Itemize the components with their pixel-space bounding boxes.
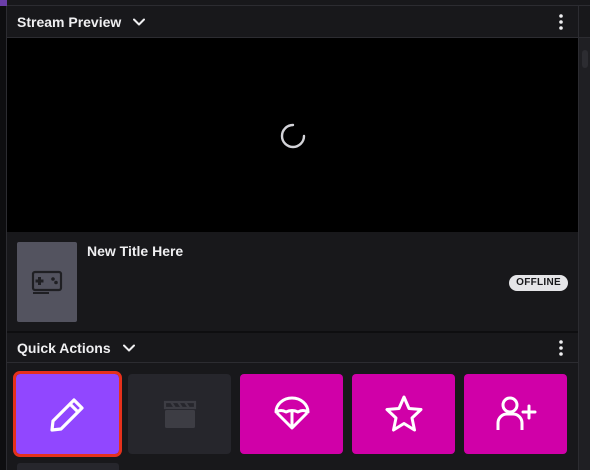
stream-preview-header: Stream Preview (7, 6, 578, 38)
stream-preview-title-toggle[interactable]: Stream Preview (17, 14, 147, 30)
status-badge: OFFLINE (509, 275, 568, 291)
loading-spinner-icon (280, 123, 306, 149)
quick-actions-header: Quick Actions (7, 333, 578, 363)
quick-actions-title-toggle[interactable]: Quick Actions (17, 340, 137, 356)
right-rail (578, 6, 590, 470)
next-row-tile-edge (17, 463, 119, 470)
stream-preview-title: Stream Preview (17, 13, 122, 30)
drops-button[interactable] (240, 374, 343, 454)
more-options-icon[interactable] (554, 12, 568, 32)
category-thumbnail[interactable] (17, 242, 77, 322)
right-rail-header (579, 6, 590, 38)
quick-actions-panel: Quick Actions (7, 333, 578, 470)
parachute-icon (274, 396, 309, 430)
more-options-icon[interactable] (554, 338, 568, 358)
left-gutter (0, 6, 7, 470)
create-clip-button[interactable] (128, 374, 231, 454)
add-user-icon (496, 396, 536, 430)
star-icon (385, 395, 422, 432)
highlight-button[interactable] (352, 374, 455, 454)
chevron-down-icon[interactable] (121, 340, 137, 356)
stream-preview-panel: Stream Preview New Title Here OFFLINE (7, 6, 578, 331)
quick-actions-title: Quick Actions (17, 339, 111, 356)
clapperboard-icon (163, 400, 196, 428)
chevron-down-icon[interactable] (131, 14, 147, 30)
video-player[interactable] (7, 38, 578, 232)
scrollbar-thumb[interactable] (582, 50, 588, 68)
add-user-button[interactable] (464, 374, 567, 454)
pencil-icon (49, 398, 84, 432)
game-controller-icon (31, 270, 63, 294)
dashboard-root: Stream Preview New Title Here OFFLINE Qu… (0, 0, 590, 470)
edit-stream-info-button[interactable] (13, 371, 122, 457)
stream-info-row: New Title Here OFFLINE (7, 232, 578, 331)
stream-title[interactable]: New Title Here (87, 243, 183, 259)
quick-actions-grid (7, 363, 578, 470)
